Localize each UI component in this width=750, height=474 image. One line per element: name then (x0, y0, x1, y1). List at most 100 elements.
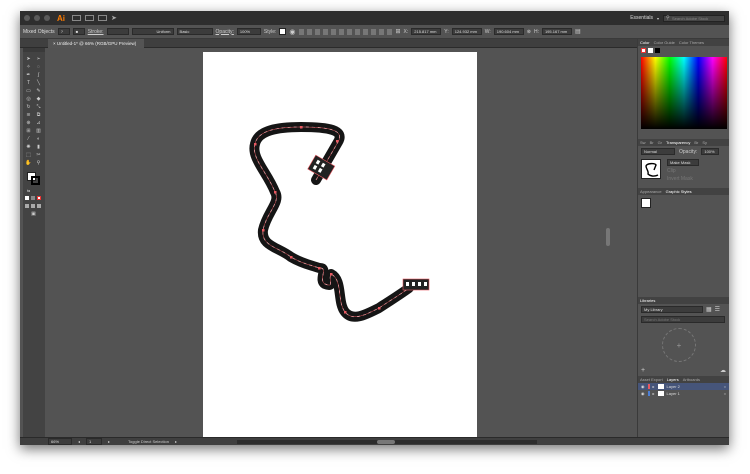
distribute-icon[interactable] (386, 28, 392, 35)
disclosure-arrow-icon[interactable]: ▸ (653, 384, 655, 389)
color-spectrum[interactable] (641, 57, 727, 129)
tab-artboards[interactable]: Artboards (683, 377, 700, 382)
tab-swatches[interactable]: Sw (640, 140, 646, 145)
anchor-point[interactable] (330, 273, 333, 276)
gradient-mode-button[interactable] (31, 196, 35, 200)
add-content-icon[interactable]: + (641, 367, 645, 374)
slice-tool-icon[interactable]: ✂ (35, 152, 42, 158)
scale-tool-icon[interactable]: ⤡ (35, 104, 42, 110)
anchor-points[interactable] (254, 126, 381, 314)
blend-tool-icon[interactable]: ◐ (35, 136, 42, 142)
vertical-scrollbar-thumb[interactable] (606, 228, 610, 246)
next-artboard-icon[interactable]: ▸ (108, 439, 110, 444)
tab-graphic-styles[interactable]: Graphic Styles (666, 189, 692, 194)
tab-color-themes[interactable]: Color Themes (679, 40, 704, 45)
graphic-style-swatch[interactable] (279, 28, 287, 35)
type-tool-icon[interactable]: T (25, 80, 32, 86)
align-top-icon[interactable] (322, 28, 328, 35)
invert-mask-checkbox[interactable]: Invert Mask (667, 176, 699, 182)
target-icon[interactable]: ○ (724, 391, 726, 396)
mesh-tool-icon[interactable]: ⊞ (25, 128, 32, 134)
rotate-tool-icon[interactable]: ↻ (25, 104, 32, 110)
width-tool-icon[interactable]: ≋ (25, 112, 32, 118)
layer-name[interactable]: Layer 1 (667, 391, 680, 396)
anchor-point[interactable] (290, 256, 293, 259)
library-dropdown[interactable]: My Library (641, 306, 703, 313)
symbol-sprayer-icon[interactable]: ✺ (25, 144, 32, 150)
column-graph-icon[interactable]: ▮ (35, 144, 42, 150)
align-center-icon[interactable] (306, 28, 312, 35)
close-window-button[interactable] (24, 15, 30, 21)
anchor-point[interactable] (344, 311, 347, 314)
distribute-icon[interactable] (346, 28, 352, 35)
add-asset-icon[interactable]: + (662, 328, 696, 362)
list-view-icon[interactable]: ☰ (715, 306, 720, 313)
layer-row-2[interactable]: ◉ ▸ Layer 2 ○ (638, 383, 729, 390)
horizontal-scrollbar-thumb[interactable] (376, 439, 395, 444)
y-field[interactable]: 124.932 mm (451, 28, 482, 35)
selection-tool-icon[interactable]: ➤ (25, 56, 32, 62)
cloud-icon[interactable]: ☁ (720, 367, 726, 374)
zoom-window-button[interactable] (44, 15, 50, 21)
brush-dropdown[interactable]: Basic (176, 28, 213, 35)
distribute-icon[interactable] (378, 28, 384, 35)
anchor-point[interactable] (300, 126, 303, 129)
shape-builder-icon[interactable]: ⊕ (25, 120, 32, 126)
eye-icon[interactable]: ◉ (641, 391, 645, 396)
prev-artboard-icon[interactable]: ◂ (78, 439, 80, 444)
eyedropper-icon[interactable]: ⁄ (25, 136, 32, 142)
screen-mode-icon[interactable]: ▣ (30, 211, 37, 217)
distribute-icon[interactable] (370, 28, 376, 35)
stroke-weight-field[interactable] (106, 28, 129, 35)
anchor-point[interactable] (254, 143, 257, 146)
draw-behind-button[interactable] (31, 204, 35, 208)
lasso-icon[interactable]: ◌ (35, 64, 42, 70)
tab-symbols[interactable]: Sy (702, 140, 707, 145)
stroke-swatch[interactable] (31, 176, 40, 185)
align-left-icon[interactable] (298, 28, 304, 35)
gradient-tool-icon[interactable]: ▥ (35, 128, 42, 134)
bridge-icon[interactable] (72, 15, 81, 21)
tab-asset-export[interactable]: Asset Export (640, 377, 663, 382)
perspective-grid-icon[interactable]: ⊿ (35, 120, 42, 126)
none-mode-button[interactable] (37, 196, 41, 200)
stroke-profile-dropdown[interactable]: Uniform (131, 28, 174, 35)
tab-brushes[interactable]: Br (650, 140, 654, 145)
tab-color[interactable]: Color (640, 40, 650, 45)
minimize-window-button[interactable] (34, 15, 40, 21)
width-field[interactable]: 190.604 mm (493, 28, 524, 35)
tab-gradient[interactable]: Gr (658, 140, 662, 145)
opacity-field-panel[interactable]: 100% (701, 148, 720, 155)
eye-icon[interactable]: ◉ (641, 384, 645, 389)
stroke-color-box[interactable]: ■ (72, 28, 85, 35)
paintbrush-icon[interactable]: ✎ (35, 88, 42, 94)
shaper-tool-icon[interactable]: ◎ (25, 96, 32, 102)
tab-layers[interactable]: Layers (667, 377, 679, 382)
direct-selection-tool-icon[interactable]: ➢ (35, 56, 42, 62)
zoom-tool-icon[interactable]: ⚲ (35, 160, 42, 166)
zoom-field[interactable]: 66% (48, 438, 72, 445)
tab-color-guide[interactable]: Color Guide (654, 40, 675, 45)
black-swatch[interactable] (655, 48, 660, 53)
tab-brushes-2[interactable]: Br (694, 140, 698, 145)
clip-checkbox[interactable]: Clip (667, 168, 699, 174)
transform-icon[interactable]: ▤ (575, 28, 581, 35)
distribute-icon[interactable] (362, 28, 368, 35)
anchor-point[interactable] (318, 267, 321, 270)
canvas-area[interactable] (46, 48, 636, 438)
color-mode-button[interactable] (25, 196, 29, 200)
bottom-connector[interactable] (402, 278, 430, 291)
grid-view-icon[interactable]: ▦ (706, 306, 712, 313)
fill-color-box[interactable]: ? (57, 28, 70, 35)
tab-transparency[interactable]: Transparency (666, 140, 690, 145)
curvature-tool-icon[interactable]: ∫ (35, 72, 42, 78)
hand-tool-icon[interactable]: ✋ (25, 160, 32, 166)
library-search-input[interactable]: Search Adobe Stock (641, 316, 725, 323)
white-swatch[interactable] (648, 48, 653, 53)
x-field[interactable]: 215.817 mm (411, 28, 442, 35)
document-tab[interactable]: × Untitled-1* @ 66% (RGB/GPU Preview) (48, 39, 145, 48)
artboard[interactable] (203, 52, 477, 437)
arrange-documents-icon[interactable] (98, 15, 107, 21)
line-tool-icon[interactable]: ╲ (35, 80, 42, 86)
opacity-field[interactable]: 100% (236, 28, 261, 35)
